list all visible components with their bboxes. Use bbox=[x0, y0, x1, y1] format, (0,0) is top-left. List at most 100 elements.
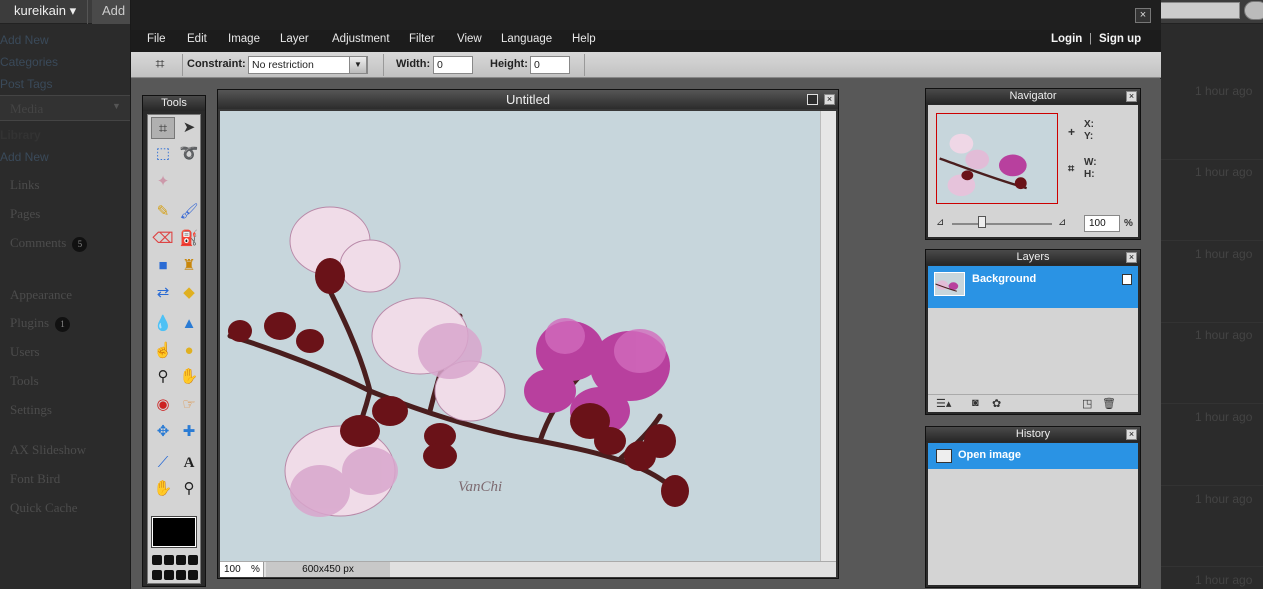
menu-filter[interactable]: Filter bbox=[409, 33, 435, 45]
menu-adjustment[interactable]: Adjustment bbox=[332, 33, 390, 45]
login-link[interactable]: Login bbox=[1051, 33, 1082, 45]
sidebar-item-tools[interactable]: Tools bbox=[10, 373, 39, 389]
signup-link[interactable]: Sign up bbox=[1099, 33, 1141, 45]
divider bbox=[182, 54, 183, 76]
close-editor-button[interactable]: × bbox=[1135, 8, 1151, 23]
shape-tool-icon[interactable]: ◆ bbox=[177, 282, 201, 304]
history-item[interactable]: Open image bbox=[928, 443, 1138, 469]
zoom-in-icon[interactable]: ⊿ bbox=[1058, 217, 1066, 228]
marquee-tool-icon[interactable]: ⬚ bbox=[151, 143, 175, 165]
fill-bucket-icon[interactable]: ⛽ bbox=[177, 228, 201, 250]
brush-tool-icon[interactable]: 🖌 bbox=[177, 201, 201, 223]
sidebar-item-library[interactable]: Library bbox=[0, 128, 41, 142]
pencil-tool-icon[interactable]: ✎ bbox=[151, 201, 175, 223]
sidebar-media-header[interactable]: Media ▼ bbox=[0, 95, 130, 121]
swatch[interactable] bbox=[188, 555, 198, 565]
menu-language[interactable]: Language bbox=[501, 33, 552, 45]
layer-row[interactable]: Background bbox=[928, 266, 1138, 308]
search-input[interactable] bbox=[1160, 2, 1240, 19]
magic-wand-icon[interactable]: ✦ bbox=[151, 171, 175, 193]
layer-settings-icon[interactable]: ☰▴ bbox=[936, 397, 951, 410]
sidebar-item-add-new-media[interactable]: Add New bbox=[0, 150, 49, 164]
menu-image[interactable]: Image bbox=[228, 33, 260, 45]
delete-layer-icon[interactable]: 🗑 bbox=[1102, 397, 1116, 410]
sidebar-item-ax-slideshow[interactable]: AX Slideshow bbox=[10, 442, 86, 458]
zoom-field[interactable]: 100% bbox=[220, 562, 264, 577]
color-picker-icon[interactable]: ⟋ bbox=[151, 452, 175, 474]
sidebar-item-comments[interactable]: Comments 5 bbox=[10, 235, 88, 252]
foreground-color-swatch[interactable] bbox=[151, 516, 197, 548]
stamp-tool-icon[interactable]: ♜ bbox=[177, 255, 201, 277]
close-document-button[interactable]: × bbox=[824, 94, 835, 105]
navigator-thumbnail[interactable] bbox=[936, 113, 1058, 204]
account-menu[interactable]: kureikain ▾ bbox=[0, 0, 88, 24]
zoom-tool-icon[interactable]: ⚲ bbox=[177, 478, 201, 500]
close-history-button[interactable]: × bbox=[1126, 429, 1137, 440]
burn-tool-icon[interactable]: ✋ bbox=[177, 366, 201, 388]
chevron-down-icon[interactable]: ▼ bbox=[349, 56, 367, 74]
lasso-tool-icon[interactable]: ➰ bbox=[177, 143, 201, 165]
navigator-body: + X: Y: ⌗ W: H: ⊿ ⊿ 100 % bbox=[928, 105, 1138, 237]
drop-tool-icon[interactable]: 💧 bbox=[151, 313, 175, 335]
crosshair-icon: + bbox=[1068, 125, 1076, 139]
collapse-arrow-icon[interactable]: ▼ bbox=[112, 101, 121, 111]
sidebar-item-quick-cache[interactable]: Quick Cache bbox=[10, 500, 78, 516]
swatch[interactable] bbox=[164, 555, 174, 565]
sidebar-item-font-bird[interactable]: Font Bird bbox=[10, 471, 60, 487]
swatch[interactable] bbox=[152, 570, 162, 580]
sidebar-item-plugins[interactable]: Plugins 1 bbox=[10, 315, 71, 332]
color-replace-icon[interactable]: ⇄ bbox=[151, 282, 175, 304]
menu-file[interactable]: File bbox=[147, 33, 166, 45]
layer-mask-icon[interactable]: ◙ bbox=[972, 397, 979, 409]
color-swatch-grid[interactable] bbox=[152, 555, 198, 583]
smudge-tool-icon[interactable]: ☝ bbox=[151, 340, 175, 362]
layer-style-icon[interactable]: ✿ bbox=[992, 397, 1001, 410]
move-tool-icon[interactable]: ➤ bbox=[177, 117, 201, 139]
swatch[interactable] bbox=[176, 570, 186, 580]
zoom-slider-handle[interactable] bbox=[978, 216, 986, 228]
swatch[interactable] bbox=[188, 570, 198, 580]
sponge-tool-icon[interactable]: ● bbox=[177, 340, 201, 362]
image-canvas[interactable]: VanChi bbox=[220, 111, 820, 561]
sidebar-item-post-tags[interactable]: Post Tags bbox=[0, 77, 52, 91]
sidebar-item-settings[interactable]: Settings bbox=[10, 402, 52, 418]
zoom-out-icon[interactable]: ⊿ bbox=[936, 217, 944, 228]
vertical-scrollbar[interactable] bbox=[820, 111, 836, 561]
spot-heal-icon[interactable]: ☞ bbox=[177, 394, 201, 416]
swatch[interactable] bbox=[152, 555, 162, 565]
w-label: W: bbox=[1084, 157, 1097, 168]
menu-view[interactable]: View bbox=[457, 33, 482, 45]
close-navigator-button[interactable]: × bbox=[1126, 91, 1137, 102]
pinch-tool-icon[interactable]: ✚ bbox=[177, 421, 201, 443]
new-layer-icon[interactable]: ◳ bbox=[1082, 397, 1092, 410]
hand-tool-icon[interactable]: ✋ bbox=[151, 478, 175, 500]
crop-tool-icon[interactable]: ⌗ bbox=[151, 117, 175, 139]
tools-title: Tools bbox=[143, 96, 205, 111]
menu-help[interactable]: Help bbox=[572, 33, 596, 45]
maximize-icon[interactable] bbox=[807, 94, 818, 105]
red-eye-icon[interactable]: ◉ bbox=[151, 394, 175, 416]
height-field[interactable]: 0 bbox=[530, 56, 570, 74]
navigator-zoom-field[interactable]: 100 bbox=[1084, 215, 1120, 232]
eraser-tool-icon[interactable]: ⌫ bbox=[151, 228, 175, 250]
sidebar-item-appearance[interactable]: Appearance bbox=[10, 287, 72, 303]
bloat-tool-icon[interactable]: ✥ bbox=[151, 421, 175, 443]
dodge-tool-icon[interactable]: ⚲ bbox=[151, 366, 175, 388]
close-layers-button[interactable]: × bbox=[1126, 252, 1137, 263]
swatch[interactable] bbox=[176, 555, 186, 565]
text-tool-icon[interactable]: A bbox=[177, 452, 201, 474]
sharpen-tool-icon[interactable]: ▲ bbox=[177, 313, 201, 335]
sidebar-item-categories[interactable]: Categories bbox=[0, 55, 58, 69]
search-button[interactable] bbox=[1244, 1, 1263, 20]
menu-layer[interactable]: Layer bbox=[280, 33, 309, 45]
menu-edit[interactable]: Edit bbox=[187, 33, 207, 45]
swatch[interactable] bbox=[164, 570, 174, 580]
width-field[interactable]: 0 bbox=[433, 56, 473, 74]
sidebar-item-links[interactable]: Links bbox=[10, 177, 40, 193]
add-new-menu[interactable]: Add bbox=[92, 0, 132, 24]
zoom-slider-track[interactable] bbox=[952, 223, 1052, 225]
sidebar-item-pages[interactable]: Pages bbox=[10, 206, 40, 222]
sidebar-item-users[interactable]: Users bbox=[10, 344, 40, 360]
sidebar-item-add-new[interactable]: Add New bbox=[0, 33, 49, 47]
gradient-tool-icon[interactable]: ■ bbox=[151, 255, 175, 277]
